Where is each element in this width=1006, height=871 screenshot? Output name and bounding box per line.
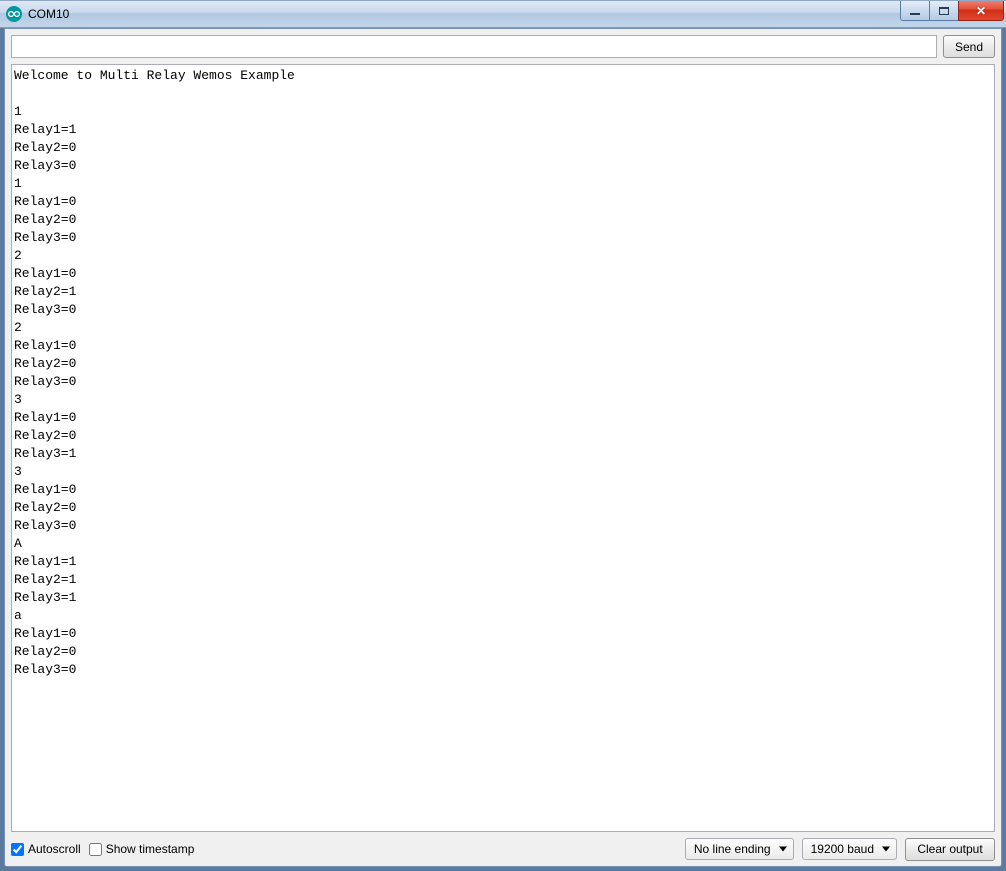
- send-row: Send: [5, 29, 1001, 64]
- footer-bar: Autoscroll Show timestamp No line ending…: [5, 832, 1001, 866]
- arduino-icon: [6, 6, 22, 22]
- line-ending-select[interactable]: No line ending: [685, 838, 794, 860]
- baud-rate-select[interactable]: 19200 baud: [802, 838, 897, 860]
- window-title: COM10: [28, 7, 69, 21]
- minimize-button[interactable]: [900, 1, 930, 21]
- autoscroll-checkbox[interactable]: Autoscroll: [11, 842, 81, 856]
- chevron-down-icon: [779, 847, 787, 852]
- send-button[interactable]: Send: [943, 35, 995, 58]
- chevron-down-icon: [882, 847, 890, 852]
- close-button[interactable]: ✕: [958, 1, 1004, 21]
- line-ending-value: No line ending: [694, 842, 771, 856]
- window-frame: COM10 ✕ Send Welcome to Multi Relay Wemo…: [0, 0, 1006, 871]
- timestamp-checkbox[interactable]: Show timestamp: [89, 842, 195, 856]
- window-controls: ✕: [901, 1, 1004, 21]
- autoscroll-label: Autoscroll: [28, 842, 81, 856]
- timestamp-input[interactable]: [89, 843, 102, 856]
- title-bar[interactable]: COM10 ✕: [0, 0, 1006, 28]
- baud-rate-value: 19200 baud: [811, 842, 874, 856]
- serial-input[interactable]: [11, 35, 937, 58]
- clear-output-button[interactable]: Clear output: [905, 838, 995, 861]
- maximize-button[interactable]: [929, 1, 959, 21]
- timestamp-label: Show timestamp: [106, 842, 195, 856]
- serial-output[interactable]: Welcome to Multi Relay Wemos Example 1 R…: [11, 64, 995, 832]
- client-area: Send Welcome to Multi Relay Wemos Exampl…: [4, 28, 1002, 867]
- autoscroll-input[interactable]: [11, 843, 24, 856]
